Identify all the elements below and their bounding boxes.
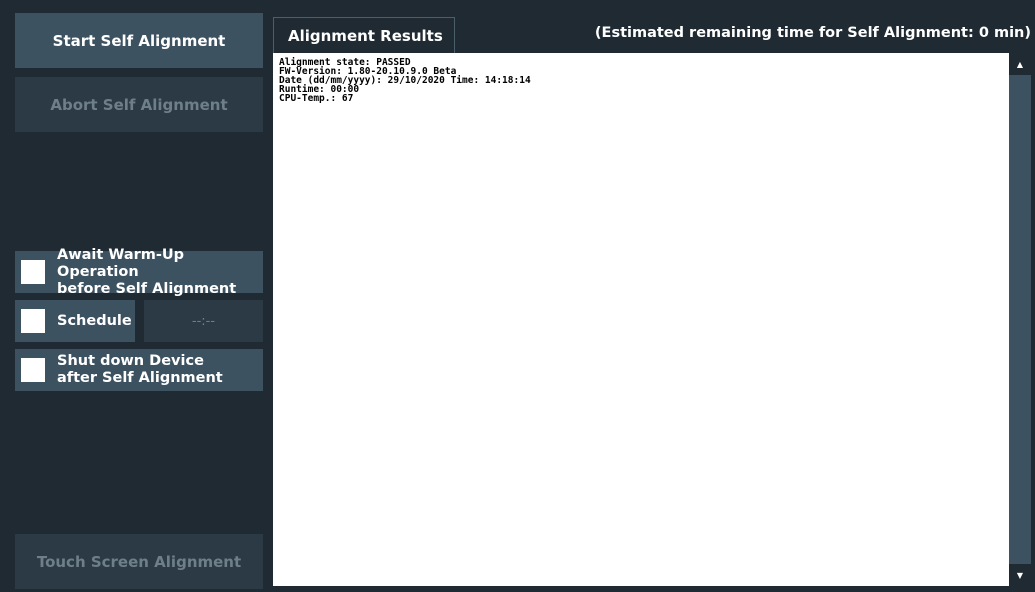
schedule-time-field[interactable]: --:-- xyxy=(144,300,263,342)
schedule-checkbox[interactable] xyxy=(21,309,45,333)
scroll-down-icon[interactable]: ▼ xyxy=(1009,564,1031,586)
shutdown-label: Shut down Device after Self Alignment xyxy=(57,353,223,386)
tab-alignment-results[interactable]: Alignment Results xyxy=(273,17,455,53)
await-warmup-label: Await Warm-Up Operation before Self Alig… xyxy=(57,246,237,297)
start-self-alignment-button[interactable]: Start Self Alignment xyxy=(15,13,263,68)
results-scrollbar[interactable]: ▲ ▼ xyxy=(1009,53,1031,586)
result-line-date: Date (dd/mm/yyyy): 29/10/2020 Time: 14:1… xyxy=(279,75,531,86)
schedule-label: Schedule xyxy=(57,312,132,329)
estimated-time-text: (Estimated remaining time for Self Align… xyxy=(594,25,1031,41)
await-warmup-option[interactable]: Await Warm-Up Operation before Self Alig… xyxy=(15,247,263,297)
result-line-runtime: Runtime: 00:00 xyxy=(279,84,360,95)
result-line-cpu-temp: CPU-Temp.: 67 xyxy=(279,93,354,104)
shutdown-checkbox[interactable] xyxy=(21,358,45,382)
schedule-option[interactable]: Schedule xyxy=(15,300,135,342)
touch-screen-alignment-button[interactable]: Touch Screen Alignment xyxy=(15,534,263,589)
scroll-up-icon[interactable]: ▲ xyxy=(1009,53,1031,75)
await-warmup-checkbox[interactable] xyxy=(21,260,45,284)
abort-self-alignment-button[interactable]: Abort Self Alignment xyxy=(15,77,263,132)
alignment-results-text: Alignment state: PASSED FW-Version: 1.80… xyxy=(273,53,1009,586)
shutdown-option[interactable]: Shut down Device after Self Alignment xyxy=(15,349,263,391)
